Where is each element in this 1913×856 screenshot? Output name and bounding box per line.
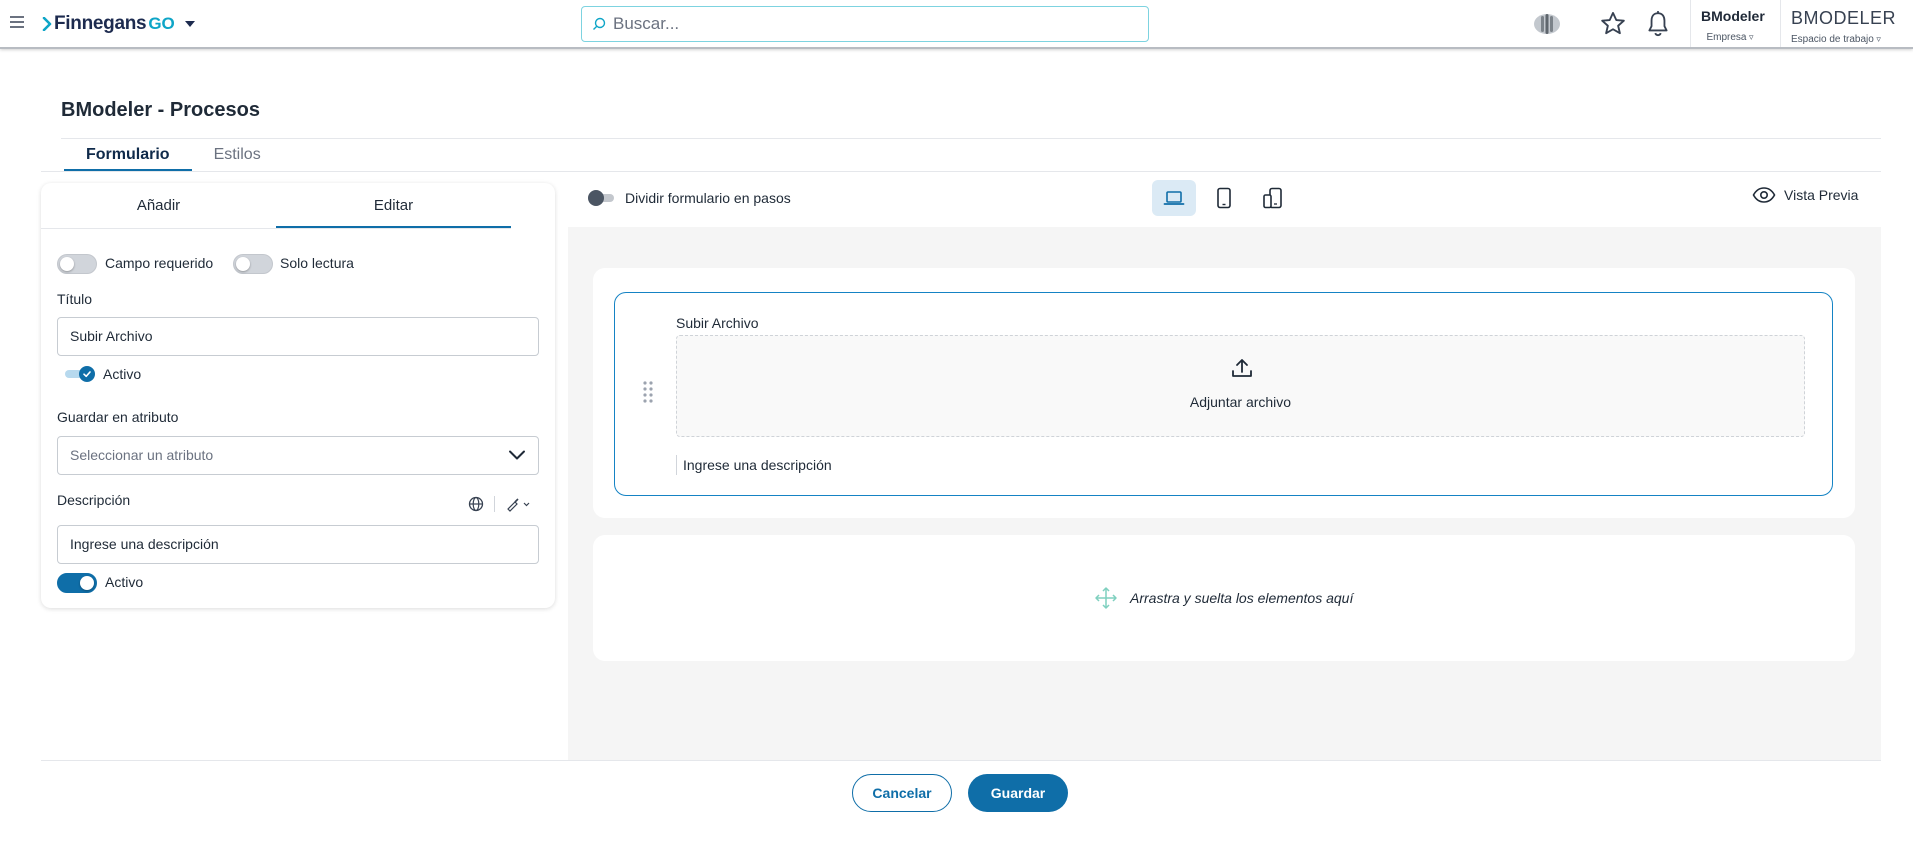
readonly-label: Solo lectura xyxy=(280,255,354,271)
ai-assistant-icon[interactable] xyxy=(1532,9,1562,39)
search-input[interactable] xyxy=(613,14,1113,34)
tablet-view-button[interactable] xyxy=(1202,180,1246,216)
search-bar[interactable] xyxy=(581,6,1149,42)
bell-icon[interactable] xyxy=(1643,9,1673,39)
tab-estilos[interactable]: Estilos xyxy=(192,140,283,172)
element-description: Ingrese una descripción xyxy=(676,455,832,475)
description-tools xyxy=(468,496,531,512)
drag-handle-icon[interactable] xyxy=(642,380,654,409)
upload-dropzone[interactable]: Adjuntar archivo xyxy=(676,335,1805,437)
description-active-toggle[interactable] xyxy=(57,573,97,593)
company-selector[interactable]: BModeler Empresa xyxy=(1690,0,1769,47)
tab-formulario[interactable]: Formulario xyxy=(64,140,192,172)
preview-button[interactable]: Vista Previa xyxy=(1752,187,1858,203)
divider xyxy=(61,138,1881,139)
drop-hint-label: Arrastra y suelta los elementos aquí xyxy=(1130,590,1354,606)
tab-anadir[interactable]: Añadir xyxy=(41,183,276,228)
split-steps-label: Dividir formulario en pasos xyxy=(625,190,791,206)
title-active-toggle[interactable] xyxy=(65,365,95,383)
text-style-icon[interactable] xyxy=(505,496,531,512)
description-input[interactable]: Ingrese una descripción xyxy=(57,525,539,564)
brand-name: Finnegans xyxy=(54,13,147,34)
split-steps-toggle[interactable] xyxy=(588,190,614,206)
title-label: Título xyxy=(57,291,93,307)
search-icon xyxy=(593,17,606,30)
tablet-icon xyxy=(1217,187,1231,209)
page-tabs: Formulario Estilos xyxy=(64,140,283,172)
workspace-name: BMODELER xyxy=(1791,8,1897,28)
company-name: BModeler xyxy=(1701,8,1765,24)
workspace-selector[interactable]: BMODELER Espacio de trabajo xyxy=(1780,0,1913,47)
top-bar: Finnegans GO BModeler Empresa BMODELER E… xyxy=(0,0,1913,49)
upload-icon xyxy=(1230,356,1254,385)
readonly-toggle[interactable] xyxy=(233,254,273,274)
upload-label: Adjuntar archivo xyxy=(1189,394,1292,410)
drop-hint: Arrastra y suelta los elementos aquí xyxy=(1094,586,1353,610)
description-label: Descripción xyxy=(57,492,131,508)
laptop-view-button[interactable] xyxy=(1152,180,1196,216)
workspace-label: Espacio de trabajo xyxy=(1791,34,1903,45)
preview-label: Vista Previa xyxy=(1784,187,1859,203)
caret-down-icon[interactable] xyxy=(184,21,195,27)
mobile-view-button[interactable] xyxy=(1251,180,1295,216)
save-button[interactable]: Guardar xyxy=(968,774,1068,812)
description-active-label: Activo xyxy=(105,574,144,590)
element-title: Subir Archivo xyxy=(676,315,759,331)
logo-chevron-icon xyxy=(42,17,52,31)
divider xyxy=(41,760,1881,761)
menu-icon[interactable] xyxy=(10,16,24,28)
editor-tabs: Añadir Editar xyxy=(41,183,511,229)
check-icon xyxy=(79,366,95,382)
company-label: Empresa xyxy=(1701,32,1759,43)
laptop-icon xyxy=(1163,191,1185,205)
globe-icon[interactable] xyxy=(468,496,484,512)
title-active-label: Activo xyxy=(103,366,142,382)
divider xyxy=(41,171,1881,172)
mobile-rotate-icon xyxy=(1263,187,1282,209)
chevron-down-icon xyxy=(509,450,525,460)
element-editor-panel: Añadir Editar Campo requerido Solo lectu… xyxy=(41,183,555,608)
eye-icon xyxy=(1752,187,1776,203)
attribute-select-value: Seleccionar un atributo xyxy=(70,447,214,463)
tab-editar[interactable]: Editar xyxy=(276,183,511,228)
required-label: Campo requerido xyxy=(105,255,214,271)
move-icon xyxy=(1095,587,1117,609)
page-title: BModeler - Procesos xyxy=(61,99,260,121)
title-input[interactable]: Subir Archivo xyxy=(57,317,539,356)
cancel-button[interactable]: Cancelar xyxy=(852,774,952,812)
required-toggle[interactable] xyxy=(57,254,97,274)
attribute-select[interactable]: Seleccionar un atributo xyxy=(57,436,539,475)
brand-suffix: GO xyxy=(148,14,175,33)
star-icon[interactable] xyxy=(1598,9,1628,39)
brand-logo[interactable]: Finnegans GO xyxy=(42,12,195,36)
attribute-label: Guardar en atributo xyxy=(57,409,179,425)
